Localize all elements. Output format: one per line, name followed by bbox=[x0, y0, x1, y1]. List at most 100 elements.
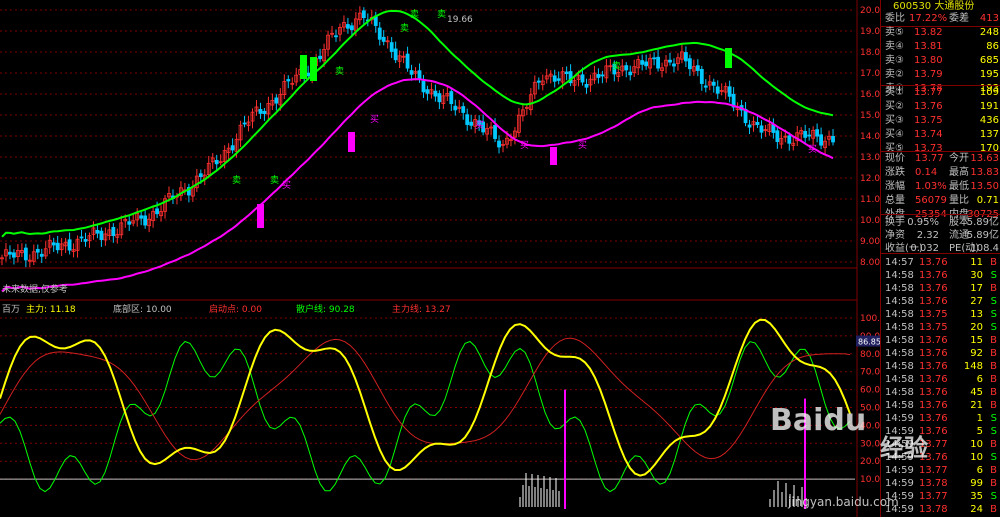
stat-row: 总量 56079 量比 0.71 bbox=[881, 194, 1000, 208]
candle-body bbox=[600, 74, 605, 77]
tick-volume: 148 bbox=[963, 361, 983, 372]
order-label: 卖③ bbox=[885, 55, 904, 66]
candle-body bbox=[421, 80, 426, 93]
tick-volume: 99 bbox=[970, 478, 983, 489]
candle-body bbox=[644, 61, 649, 67]
tick-row: 14:58 13.76 6 B bbox=[881, 373, 1000, 387]
tick-row: 14:58 13.76 30 S bbox=[881, 269, 1000, 283]
candle-body bbox=[198, 173, 203, 178]
candle-body bbox=[727, 86, 732, 97]
tick-row: 14:58 13.76 27 S bbox=[881, 295, 1000, 309]
kline-chart[interactable]: 20.00 19.00 18.00 17.00 16.00 15.00 14.00 13.00… bbox=[0, 0, 880, 517]
price-tick-label: 17.00 bbox=[860, 69, 880, 79]
candle-body bbox=[536, 80, 541, 83]
indicator-legend-item: 主力: 11.18 bbox=[26, 303, 76, 315]
tick-direction: B bbox=[990, 374, 997, 385]
candle-body bbox=[703, 85, 708, 88]
order-volume: 191 bbox=[979, 101, 999, 112]
candle-body bbox=[656, 56, 660, 69]
tick-time: 14:58 bbox=[885, 322, 914, 333]
tick-row: 14:58 13.76 21 B bbox=[881, 399, 1000, 413]
candle-body bbox=[453, 105, 458, 111]
price-tick-label: 10.00 bbox=[860, 216, 880, 226]
tick-time: 14:58 bbox=[885, 335, 914, 346]
stat-label: 换手 bbox=[885, 217, 905, 228]
tick-price: 13.76 bbox=[919, 348, 948, 359]
signal-block bbox=[550, 147, 557, 165]
candle-body bbox=[417, 70, 422, 80]
candle-body bbox=[381, 36, 386, 42]
buy-row: 买② 13.76 191 bbox=[881, 100, 1000, 114]
candle-body bbox=[469, 121, 474, 126]
tick-volume: 5 bbox=[976, 426, 983, 437]
tick-direction: B bbox=[990, 387, 997, 398]
buy-row: 买③ 13.75 436 bbox=[881, 114, 1000, 128]
price-tick-label: 16.00 bbox=[860, 90, 880, 100]
candle-body bbox=[306, 72, 311, 77]
buy-row: 买① 13.77 109 bbox=[881, 86, 1000, 100]
candle-body bbox=[803, 131, 808, 138]
stat-row: 涨幅 1.03% 最低 13.50 bbox=[881, 180, 1000, 194]
candle-body bbox=[687, 58, 692, 70]
tick-price: 13.75 bbox=[919, 309, 948, 320]
candle-body bbox=[318, 55, 322, 60]
high-price-label: 19.66 bbox=[447, 15, 473, 25]
stat-value: 13.50 bbox=[970, 181, 999, 192]
tick-direction: S bbox=[990, 491, 997, 502]
tick-direction: B bbox=[990, 361, 997, 372]
tick-time: 14:57 bbox=[885, 257, 914, 268]
candle-body bbox=[95, 229, 100, 234]
tick-volume: 27 bbox=[970, 296, 983, 307]
candle-body bbox=[819, 134, 823, 146]
candle-body bbox=[274, 97, 279, 104]
tick-row: 14:59 13.77 6 B bbox=[881, 464, 1000, 478]
tick-volume: 10 bbox=[970, 439, 983, 450]
weicha-label: 委差 bbox=[949, 13, 969, 24]
candle-body bbox=[449, 91, 454, 105]
candle-body bbox=[405, 53, 410, 69]
candle-body bbox=[628, 71, 633, 76]
candle-body bbox=[111, 226, 116, 237]
order-price: 13.79 bbox=[914, 69, 943, 80]
tick-direction: B bbox=[990, 348, 997, 359]
sell-row: 卖④ 13.81 86 bbox=[881, 40, 1000, 54]
watermark-url: jingyan.baidu.com bbox=[788, 495, 899, 509]
osc-tick-label: 60.00 bbox=[860, 386, 880, 396]
weibi-label: 委比 bbox=[885, 13, 905, 24]
price-tick-label: 12.00 bbox=[860, 174, 880, 184]
stat-value: 0.95% bbox=[907, 217, 939, 228]
upper-band-line bbox=[1, 9, 834, 238]
tick-price: 13.76 bbox=[919, 283, 948, 294]
candle-body bbox=[668, 59, 672, 63]
candle-body bbox=[652, 57, 656, 60]
order-price: 13.81 bbox=[914, 41, 943, 52]
indicator-legend-item: 散户线: 90.28 bbox=[296, 303, 355, 315]
candle-body bbox=[564, 71, 569, 75]
candle-body bbox=[377, 27, 382, 40]
tick-time: 14:58 bbox=[885, 348, 914, 359]
candle-body bbox=[127, 221, 132, 225]
order-price: 13.77 bbox=[914, 87, 943, 98]
candle-body bbox=[99, 230, 104, 241]
buy-row: 买④ 13.74 137 bbox=[881, 128, 1000, 142]
tick-volume: 17 bbox=[970, 283, 983, 294]
stat-label: 最高 bbox=[949, 167, 969, 178]
tick-price: 13.76 bbox=[919, 361, 948, 372]
candle-body bbox=[389, 42, 394, 52]
order-label: 卖④ bbox=[885, 41, 904, 52]
tick-volume: 15 bbox=[970, 335, 983, 346]
tick-row: 14:57 13.76 11 B bbox=[881, 256, 1000, 270]
tick-price: 13.75 bbox=[919, 322, 948, 333]
price-tick-label: 15.00 bbox=[860, 111, 880, 121]
tick-price: 13.76 bbox=[919, 374, 948, 385]
stat-label: 涨跌 bbox=[885, 167, 905, 178]
candle-body bbox=[286, 79, 291, 82]
candle-body bbox=[807, 134, 812, 137]
order-label: 卖② bbox=[885, 69, 904, 80]
stat-label: 今开 bbox=[949, 153, 969, 164]
main-line bbox=[0, 318, 851, 477]
candle-body bbox=[23, 247, 28, 261]
weibi-value: 17.22% bbox=[909, 13, 948, 24]
candle-body bbox=[230, 145, 235, 151]
disclaimer-text: 未来数据,仅参考 bbox=[2, 283, 68, 295]
